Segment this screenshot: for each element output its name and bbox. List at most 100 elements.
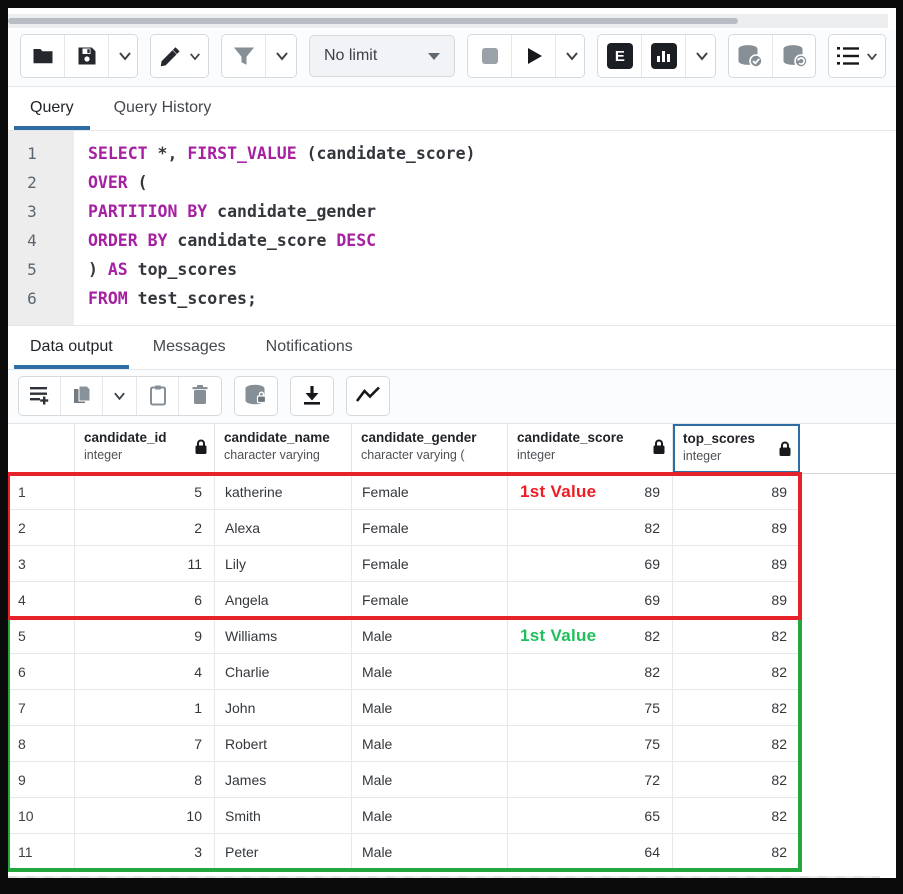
cell-top-scores[interactable]: 89	[673, 510, 800, 545]
cell-candidate-name[interactable]: James	[215, 762, 352, 797]
cell-candidate-id[interactable]: 2	[75, 510, 215, 545]
cell-candidate-gender[interactable]: Male	[352, 690, 508, 725]
column-header-top-scores[interactable]: top_scoresinteger	[673, 424, 800, 473]
code-line[interactable]: ORDER BY candidate_score DESC	[88, 226, 896, 255]
row-number[interactable]: 10	[8, 798, 75, 833]
cell-candidate-score[interactable]: 82	[508, 510, 673, 545]
cell-candidate-score[interactable]: 82	[508, 654, 673, 689]
row-number[interactable]: 11	[8, 834, 75, 869]
add-row-button[interactable]	[19, 377, 61, 415]
cell-candidate-name[interactable]: Charlie	[215, 654, 352, 689]
row-number[interactable]: 1	[8, 474, 75, 509]
execute-dropdown-button[interactable]	[556, 35, 585, 77]
cell-candidate-id[interactable]: 1	[75, 690, 215, 725]
copy-button[interactable]	[61, 377, 103, 415]
cell-candidate-score[interactable]: 1st Value82	[508, 618, 673, 653]
code-line[interactable]: OVER (	[88, 168, 896, 197]
row-number[interactable]: 5	[8, 618, 75, 653]
delete-button[interactable]	[179, 377, 221, 415]
graph-visualiser-button[interactable]	[347, 377, 389, 415]
column-header-candidate-score[interactable]: candidate_scoreinteger	[508, 424, 673, 473]
cell-candidate-gender[interactable]: Male	[352, 762, 508, 797]
cell-top-scores[interactable]: 82	[673, 798, 800, 833]
cell-candidate-score[interactable]: 64	[508, 834, 673, 869]
tab-query-history[interactable]: Query History	[98, 87, 228, 130]
cell-candidate-id[interactable]: 9	[75, 618, 215, 653]
cell-top-scores[interactable]: 82	[673, 726, 800, 761]
scrollbar-thumb[interactable]	[8, 18, 738, 24]
commit-button[interactable]	[729, 35, 773, 77]
cell-candidate-score[interactable]: 72	[508, 762, 673, 797]
cell-candidate-id[interactable]: 7	[75, 726, 215, 761]
save-dropdown-button[interactable]	[109, 35, 138, 77]
column-header-candidate-name[interactable]: candidate_namecharacter varying	[215, 424, 352, 473]
cell-candidate-name[interactable]: Angela	[215, 582, 352, 617]
execute-button[interactable]	[512, 35, 556, 77]
cell-top-scores[interactable]: 82	[673, 618, 800, 653]
cell-candidate-gender[interactable]: Female	[352, 474, 508, 509]
rollback-button[interactable]	[773, 35, 816, 77]
cell-candidate-gender[interactable]: Male	[352, 654, 508, 689]
stop-button[interactable]	[468, 35, 512, 77]
cell-candidate-id[interactable]: 10	[75, 798, 215, 833]
cell-candidate-score[interactable]: 69	[508, 546, 673, 581]
cell-top-scores[interactable]: 82	[673, 690, 800, 725]
explain-button[interactable]: E	[598, 35, 642, 77]
edit-button[interactable]	[151, 35, 208, 77]
row-number[interactable]: 8	[8, 726, 75, 761]
cell-candidate-name[interactable]: Alexa	[215, 510, 352, 545]
macros-button[interactable]	[829, 35, 885, 77]
cell-candidate-gender[interactable]: Female	[352, 582, 508, 617]
save-data-changes-button[interactable]	[235, 377, 277, 415]
filter-button[interactable]	[222, 35, 266, 77]
cell-candidate-score[interactable]: 65	[508, 798, 673, 833]
cell-candidate-id[interactable]: 6	[75, 582, 215, 617]
cell-top-scores[interactable]: 82	[673, 762, 800, 797]
cell-candidate-gender[interactable]: Male	[352, 618, 508, 653]
tab-data-output[interactable]: Data output	[14, 326, 129, 369]
cell-candidate-gender[interactable]: Female	[352, 546, 508, 581]
horizontal-scrollbar[interactable]	[8, 14, 888, 28]
sql-code[interactable]: SELECT *, FIRST_VALUE (candidate_score)O…	[74, 131, 896, 325]
code-line[interactable]: PARTITION BY candidate_gender	[88, 197, 896, 226]
tab-messages[interactable]: Messages	[137, 326, 242, 369]
cell-top-scores[interactable]: 89	[673, 582, 800, 617]
cell-candidate-id[interactable]: 8	[75, 762, 215, 797]
cell-top-scores[interactable]: 82	[673, 654, 800, 689]
sql-editor[interactable]: 123456 SELECT *, FIRST_VALUE (candidate_…	[8, 131, 896, 326]
row-number[interactable]: 9	[8, 762, 75, 797]
cell-candidate-score[interactable]: 75	[508, 726, 673, 761]
cell-candidate-id[interactable]: 3	[75, 834, 215, 869]
grid-horizontal-scrollbar[interactable]	[8, 876, 880, 878]
row-number[interactable]: 3	[8, 546, 75, 581]
cell-candidate-score[interactable]: 1st Value89	[508, 474, 673, 509]
cell-top-scores[interactable]: 82	[673, 834, 800, 869]
cell-candidate-gender[interactable]: Male	[352, 798, 508, 833]
cell-top-scores[interactable]: 89	[673, 474, 800, 509]
cell-candidate-name[interactable]: Lily	[215, 546, 352, 581]
open-file-button[interactable]	[21, 35, 65, 77]
code-line[interactable]: ) AS top_scores	[88, 255, 896, 284]
cell-candidate-name[interactable]: Robert	[215, 726, 352, 761]
cell-candidate-gender[interactable]: Male	[352, 726, 508, 761]
row-number[interactable]: 6	[8, 654, 75, 689]
cell-candidate-score[interactable]: 75	[508, 690, 673, 725]
filter-dropdown-button[interactable]	[266, 35, 297, 77]
download-csv-button[interactable]	[291, 377, 333, 415]
column-header-candidate-id[interactable]: candidate_idinteger	[75, 424, 215, 473]
cell-candidate-name[interactable]: Smith	[215, 798, 352, 833]
cell-candidate-name[interactable]: Peter	[215, 834, 352, 869]
row-number[interactable]: 7	[8, 690, 75, 725]
tab-notifications[interactable]: Notifications	[250, 326, 369, 369]
code-line[interactable]: SELECT *, FIRST_VALUE (candidate_score)	[88, 139, 896, 168]
cell-candidate-id[interactable]: 4	[75, 654, 215, 689]
paste-button[interactable]	[137, 377, 179, 415]
cell-candidate-id[interactable]: 5	[75, 474, 215, 509]
cell-candidate-gender[interactable]: Female	[352, 510, 508, 545]
column-header-candidate-gender[interactable]: candidate_gendercharacter varying (	[352, 424, 508, 473]
save-button[interactable]	[65, 35, 109, 77]
row-number[interactable]: 2	[8, 510, 75, 545]
cell-top-scores[interactable]: 89	[673, 546, 800, 581]
cell-candidate-id[interactable]: 11	[75, 546, 215, 581]
cell-candidate-name[interactable]: Williams	[215, 618, 352, 653]
